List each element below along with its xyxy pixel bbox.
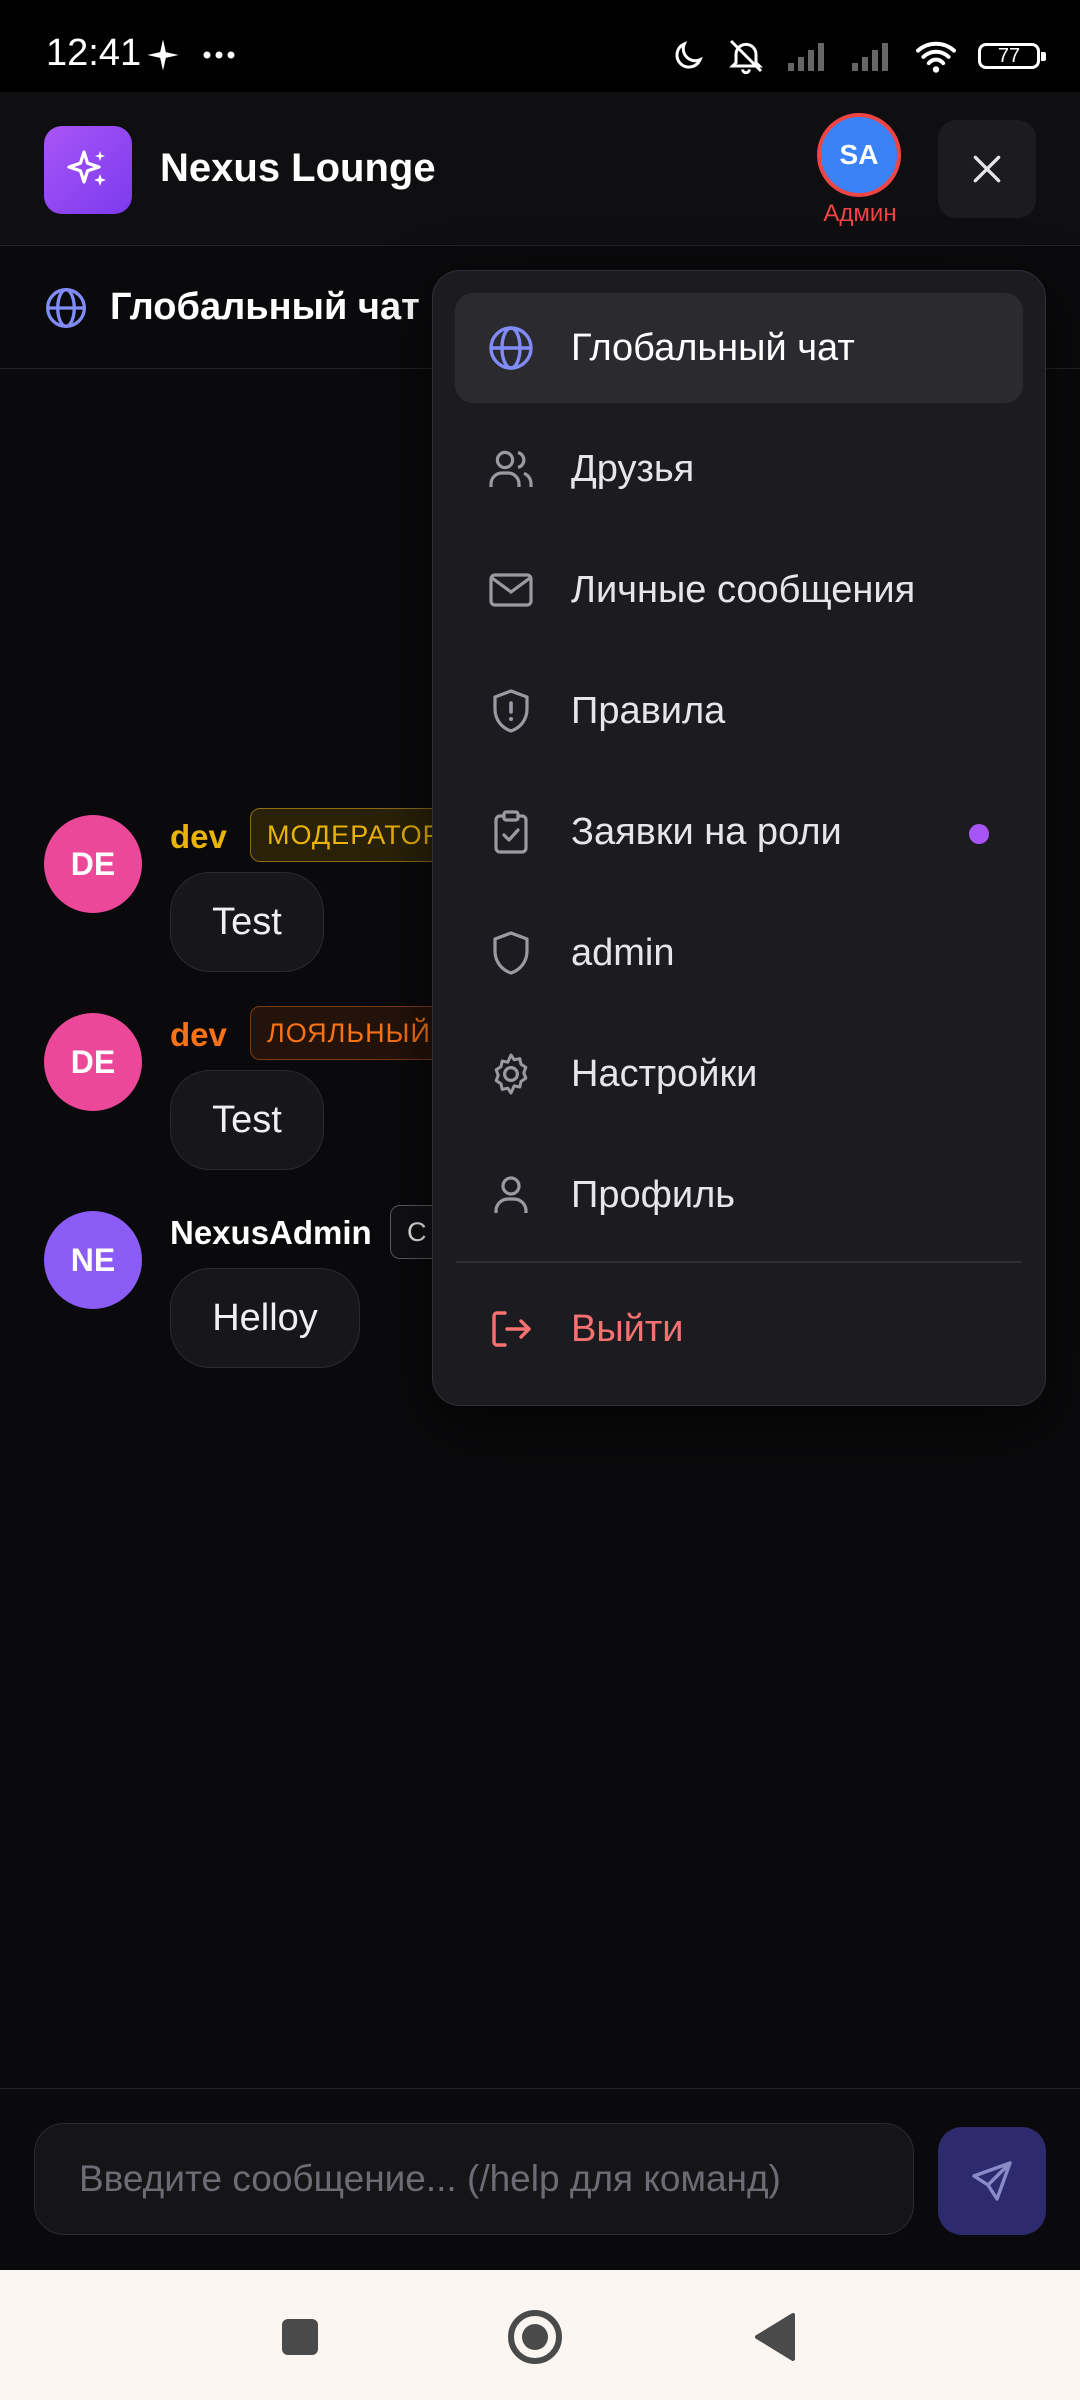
menu-item-label: Друзья [571, 447, 695, 490]
app-logo [44, 126, 132, 214]
menu-item-global-chat[interactable]: Глобальный чат [455, 293, 1023, 403]
wifi-icon [916, 41, 956, 73]
status-time: 12:41 [46, 32, 142, 74]
back-triangle-icon [755, 2313, 795, 2361]
user-role-label: Админ [823, 200, 897, 227]
message-bubble: Helloy [170, 1268, 360, 1368]
menu-item-rules[interactable]: Правила [455, 656, 1023, 766]
message-avatar[interactable]: NE [44, 1211, 142, 1309]
users-icon [489, 450, 533, 487]
menu-item-admin[interactable]: admin [455, 898, 1023, 1008]
moon-icon [675, 41, 703, 69]
close-icon [973, 155, 1001, 183]
bell-off-icon [729, 39, 763, 75]
message-author[interactable]: NexusAdmin [170, 1214, 372, 1252]
mail-icon [489, 573, 533, 607]
shield-alert-icon [493, 689, 529, 733]
square-icon [282, 2319, 318, 2355]
home-circle-icon [508, 2310, 562, 2364]
message-avatar[interactable]: DE [44, 1013, 142, 1111]
close-menu-button[interactable] [938, 120, 1036, 218]
role-badge: МОДЕРАТОР [250, 808, 459, 862]
gear-icon [494, 1053, 528, 1095]
logout-label: Выйти [571, 1307, 684, 1350]
sparkles-icon [67, 150, 106, 186]
menu-item-label: Настройки [571, 1052, 758, 1095]
message-avatar[interactable]: DE [44, 815, 142, 913]
role-badge: ЛОЯЛЬНЫЙ [250, 1006, 448, 1060]
recents-button[interactable] [265, 2302, 335, 2372]
menu-item-label: admin [571, 931, 675, 974]
shield-icon [493, 931, 529, 975]
signal-icon [788, 43, 824, 71]
logout-icon [492, 1311, 531, 1347]
menu-divider [456, 1261, 1022, 1263]
message-author[interactable]: dev [170, 818, 227, 856]
clipboard-check-icon [494, 810, 528, 854]
battery-icon: 77 [978, 43, 1046, 69]
app-title: Nexus Lounge [160, 146, 436, 190]
channel-title: Глобальный чат [110, 286, 420, 328]
user-icon [494, 1176, 528, 1213]
menu-item-role-requests[interactable]: Заявки на роли [455, 777, 1023, 887]
status-left-icons [146, 38, 236, 72]
send-button[interactable] [938, 2127, 1046, 2235]
sparkle-icon [147, 39, 179, 71]
menu-item-friends[interactable]: Друзья [455, 414, 1023, 524]
status-right-icons: 77 [670, 36, 1046, 76]
message-bubble: Test [170, 872, 324, 972]
send-icon [972, 2161, 1012, 2201]
menu-item-profile[interactable]: Профиль [455, 1140, 1023, 1250]
signal-icon [852, 43, 888, 71]
menu-item-label: Профиль [571, 1173, 736, 1216]
menu-item-label: Правила [571, 689, 726, 732]
menu-item-label: Заявки на роли [571, 810, 842, 853]
globe-icon [46, 288, 86, 328]
home-button[interactable] [500, 2302, 570, 2372]
user-avatar[interactable]: SA [817, 113, 901, 197]
menu-item-label: Личные сообщения [571, 568, 916, 611]
more-dots-icon [203, 51, 235, 59]
menu-item-settings[interactable]: Настройки [455, 1019, 1023, 1129]
notification-dot [969, 824, 989, 844]
message-input[interactable] [34, 2123, 914, 2235]
back-button[interactable] [740, 2302, 810, 2372]
menu-item-logout[interactable]: Выйти [455, 1274, 1023, 1384]
globe-icon [489, 326, 533, 370]
message-bubble: Test [170, 1070, 324, 1170]
message-author[interactable]: dev [170, 1016, 227, 1054]
menu-item-direct-messages[interactable]: Личные сообщения [455, 535, 1023, 645]
menu-item-label: Глобальный чат [571, 326, 855, 369]
